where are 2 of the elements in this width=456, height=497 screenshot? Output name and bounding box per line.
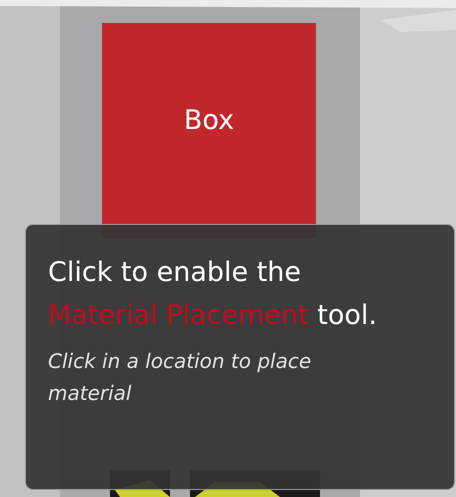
tooltip-hint: Click in a location to place material [48, 348, 312, 407]
tooltip-title: Click to enable the Material Placement tool. [48, 256, 378, 333]
